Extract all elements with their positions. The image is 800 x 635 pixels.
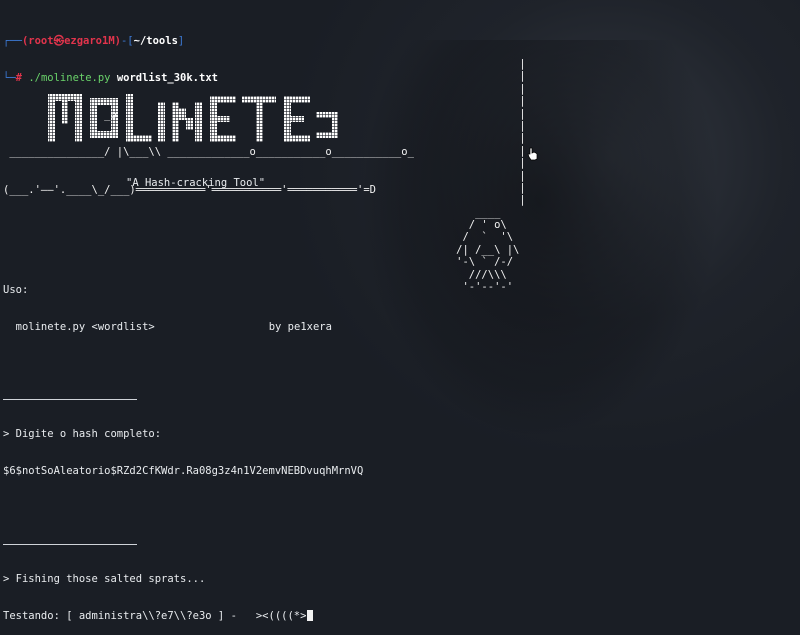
usage-label: Uso: xyxy=(3,283,29,296)
pendant-line: | xyxy=(355,119,526,132)
prompt-corner-bottom: └─ xyxy=(3,72,16,85)
pendant-line: | xyxy=(355,169,526,182)
molinete-logo-art xyxy=(48,94,338,142)
status-fishing: > Fishing those salted sprats... xyxy=(3,572,206,585)
pendant-line: ///\\\ xyxy=(355,268,507,281)
hash-value: $6$notSoAleatorio$RZd2CfKWdr.Ra08g3z4n1V… xyxy=(3,465,364,478)
status-testing-text: Testando: [ administra\\?e7\\?e3o ] - ><… xyxy=(3,609,307,622)
divider-1 xyxy=(3,399,137,401)
usage-line: molinete.py <wordlist> by pe1xera xyxy=(3,321,363,333)
prompt-separator: -[ xyxy=(120,34,134,47)
terminal-cursor xyxy=(307,609,314,621)
pendant-line: | xyxy=(355,194,526,207)
divider-2 xyxy=(3,543,137,545)
pendant-line: | xyxy=(355,181,526,194)
prompt-separator-end: ] xyxy=(177,34,185,47)
pendant-line: | xyxy=(355,132,526,145)
prompt-line-1: ┌──(root㉿ezgaro1M)-[~/tools] xyxy=(3,35,414,47)
command-argument: wordlist_30k.txt xyxy=(116,72,218,85)
command-text: ./molinete.py xyxy=(28,72,111,85)
terminal-output-lower: Uso: molinete.py <wordlist> by pe1xera > … xyxy=(3,259,363,635)
prompt-symbol: # xyxy=(15,72,22,85)
pendant-line: | xyxy=(355,144,526,157)
pendant-line: / ' o\ xyxy=(355,219,507,232)
pendant-line: | xyxy=(355,107,526,120)
pendant-line: | xyxy=(355,58,526,70)
blank-line-2 xyxy=(3,503,363,515)
prompt-corner: ┌── xyxy=(3,34,22,47)
pendant-line: '-'--'-' xyxy=(355,281,514,294)
pendant-line: | xyxy=(355,95,526,108)
pendant-line: | xyxy=(355,157,526,170)
pendant-line: '-\ ` /-/ xyxy=(355,256,514,269)
ascii-pendant: | | | | | | | | | | | | ____ / ' o\ / ` … xyxy=(355,58,526,293)
author-credit: by pe1xera xyxy=(268,321,332,334)
mouse-pointer-icon xyxy=(527,146,539,161)
pendant-line: ____ xyxy=(355,206,514,219)
usage-command: molinete.py <wordlist> xyxy=(3,321,155,334)
prompt-user: (root㉿ezgaro1M) xyxy=(21,34,121,47)
pendant-line: / ` '\ xyxy=(355,231,514,244)
hash-prompt: > Digite o hash completo: xyxy=(3,428,162,441)
molinete-logo xyxy=(44,88,344,160)
pendant-line: /| /__\ |\ xyxy=(355,243,520,256)
tagline: "A Hash-cracking Tool" xyxy=(126,177,266,189)
prompt-line-2: └─# ./molinete.py wordlist_30k.txt xyxy=(3,72,414,84)
status-testing: Testando: [ administra\\?e7\\?e3o ] - ><… xyxy=(3,609,363,622)
pendant-line: | xyxy=(355,82,526,95)
prompt-cwd: ~/tools xyxy=(133,34,178,47)
pendant-line: | xyxy=(355,70,526,83)
